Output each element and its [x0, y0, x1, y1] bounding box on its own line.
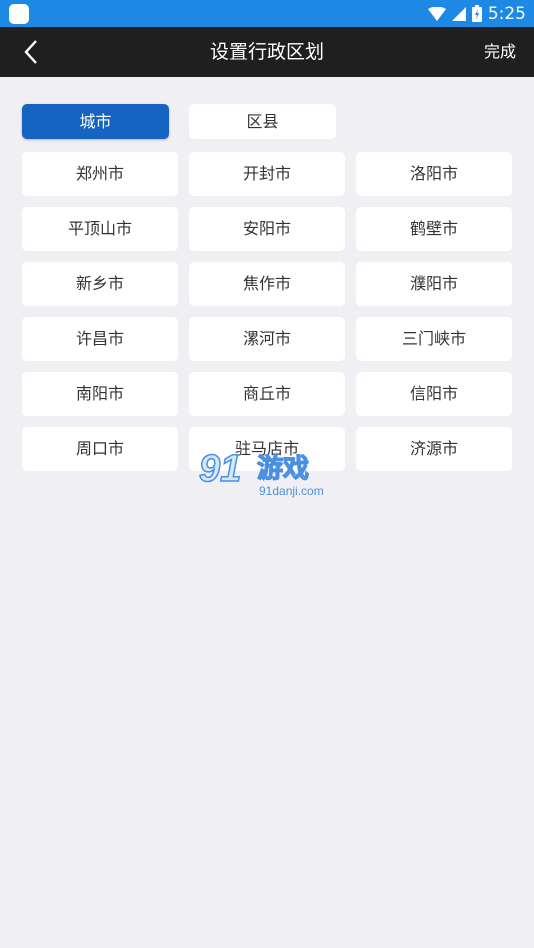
- done-button[interactable]: 完成: [484, 27, 516, 77]
- tab-county[interactable]: 区县: [189, 104, 336, 139]
- city-button[interactable]: 洛阳市: [356, 152, 512, 196]
- watermark-logo: 91 游戏 91danji.com: [198, 447, 324, 498]
- city-button[interactable]: 漯河市: [189, 317, 345, 361]
- city-button[interactable]: 新乡市: [22, 262, 178, 306]
- city-button[interactable]: 濮阳市: [356, 262, 512, 306]
- city-button[interactable]: 平顶山市: [22, 207, 178, 251]
- signal-icon: [451, 6, 466, 21]
- city-button[interactable]: 焦作市: [189, 262, 345, 306]
- city-button[interactable]: 郑州市: [22, 152, 178, 196]
- wifi-icon: [427, 6, 446, 21]
- watermark-url: 91danji.com: [259, 484, 324, 498]
- watermark-text: 游戏: [257, 454, 309, 484]
- city-button[interactable]: 安阳市: [189, 207, 345, 251]
- city-button[interactable]: 许昌市: [22, 317, 178, 361]
- city-grid: 郑州市 开封市 洛阳市 平顶山市 安阳市 鹤壁市 新乡市 焦作市 濮阳市 许昌市…: [22, 152, 512, 471]
- city-button[interactable]: 鹤壁市: [356, 207, 512, 251]
- city-button[interactable]: 商丘市: [189, 372, 345, 416]
- city-button[interactable]: 济源市: [356, 427, 512, 471]
- status-time: 5:25: [487, 3, 526, 24]
- battery-icon: [471, 5, 482, 22]
- city-button[interactable]: 开封市: [189, 152, 345, 196]
- svg-text:91: 91: [199, 448, 241, 490]
- status-bar: 5:25: [0, 0, 534, 27]
- page-title: 设置行政区划: [209, 41, 324, 63]
- tab-city[interactable]: 城市: [22, 104, 169, 139]
- nav-bar: 设置行政区划 完成: [0, 27, 534, 77]
- city-button[interactable]: 三门峡市: [356, 317, 512, 361]
- city-button[interactable]: 周口市: [22, 427, 178, 471]
- city-button[interactable]: 南阳市: [22, 372, 178, 416]
- app-notification-icon: [9, 4, 29, 24]
- city-button[interactable]: 信阳市: [356, 372, 512, 416]
